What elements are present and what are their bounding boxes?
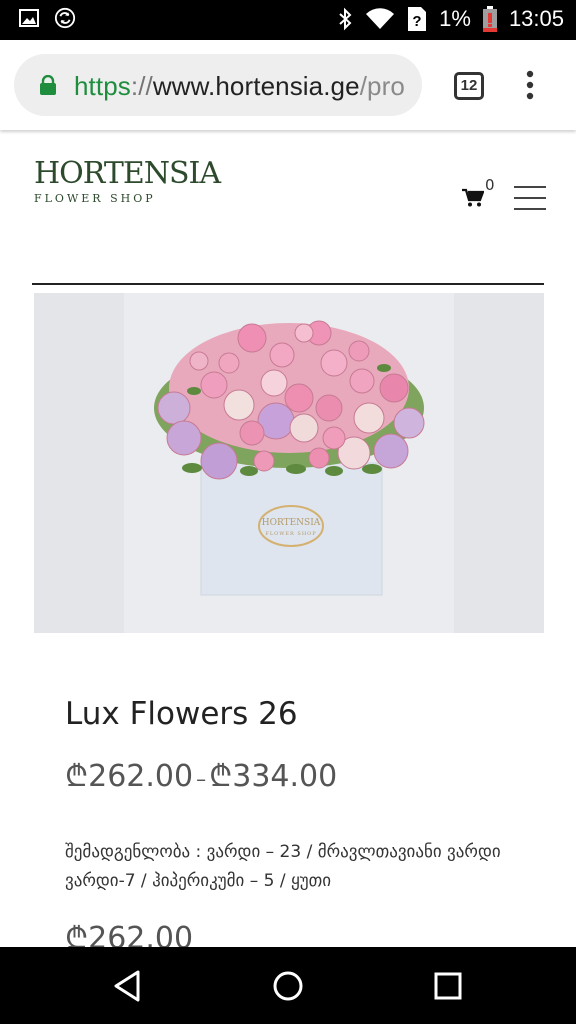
- header-divider: [32, 283, 544, 285]
- home-icon[interactable]: [272, 969, 304, 1003]
- menu-button[interactable]: [514, 186, 546, 210]
- clock: 13:05: [508, 6, 564, 31]
- cart-icon[interactable]: [462, 188, 484, 208]
- box-logo-sub: FLOWER SHOP: [265, 531, 316, 537]
- product-title: Lux Flowers 26: [65, 696, 298, 732]
- bouquet-illustration: HORTENSIA FLOWER SHOP: [124, 293, 454, 633]
- product-composition: შემადგენლობა : ვარდი – 23 / მრავლთავიანი…: [65, 842, 501, 891]
- browser-toolbar: https://www.hortensia.ge/pro 12: [0, 40, 576, 130]
- battery-percent: 1%: [439, 6, 471, 31]
- url-text[interactable]: https://www.hortensia.ge/pro: [74, 71, 405, 102]
- address-bar[interactable]: https://www.hortensia.ge/pro: [14, 54, 422, 116]
- price-range: ₾262.00– ₾334.00: [65, 754, 337, 795]
- site-logo[interactable]: HORTENSIA FLOWER SHOP: [34, 156, 221, 206]
- battery-low-icon: [482, 6, 497, 32]
- wifi-icon: [366, 8, 395, 30]
- status-bar: ? 1% 13:05: [0, 0, 576, 40]
- price-max: ₾334.00: [209, 759, 338, 794]
- logo-main-text: HORTENSIA: [34, 156, 221, 191]
- url-scheme: https: [74, 71, 131, 101]
- product-image[interactable]: HORTENSIA FLOWER SHOP: [34, 293, 544, 633]
- url-path: /pro: [359, 71, 405, 101]
- sim-unknown-icon: ?: [408, 7, 427, 31]
- svg-text:?: ?: [413, 13, 422, 30]
- recents-icon[interactable]: [432, 969, 464, 1003]
- url-host: www.hortensia.ge: [152, 71, 360, 101]
- tab-switcher-button[interactable]: 12: [454, 72, 484, 100]
- lock-icon[interactable]: [40, 75, 56, 95]
- cart-count: 0: [485, 176, 495, 194]
- price-separator: –: [196, 767, 207, 791]
- box-logo-text: HORTENSIA: [262, 518, 321, 528]
- sync-icon: [54, 7, 76, 29]
- url-separator: ://: [130, 71, 153, 101]
- logo-sub-text: FLOWER SHOP: [34, 192, 156, 205]
- bluetooth-icon: [339, 7, 352, 31]
- system-nav-bar: [0, 947, 576, 1024]
- price-min: ₾262.00: [65, 759, 194, 794]
- back-icon[interactable]: [112, 969, 144, 1003]
- image-icon: [19, 9, 39, 27]
- more-options-icon[interactable]: [520, 70, 540, 100]
